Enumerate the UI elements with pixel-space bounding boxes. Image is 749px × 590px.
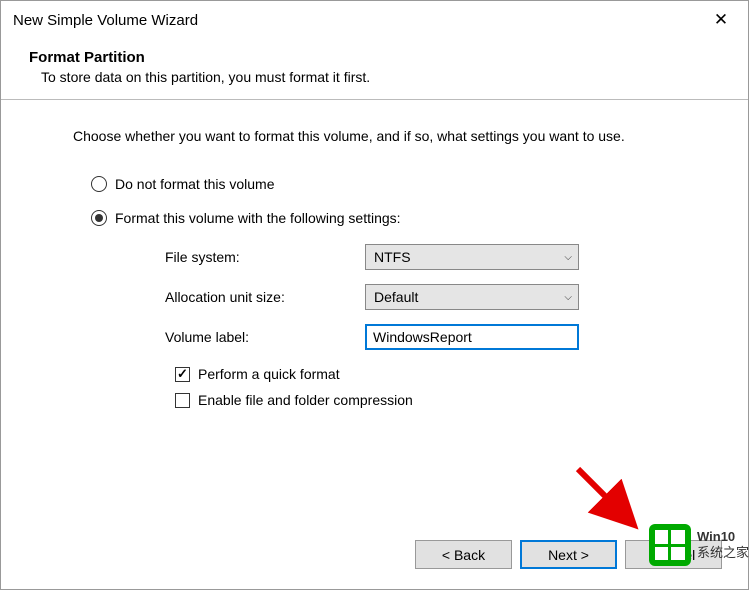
wizard-header-subtitle: To store data on this partition, you mus… (29, 69, 720, 85)
checkbox-label: Perform a quick format (198, 366, 340, 382)
dropdown-value: Default (374, 289, 418, 305)
file-system-label: File system: (165, 249, 365, 265)
format-options: Perform a quick format Enable file and f… (91, 366, 698, 408)
file-system-dropdown[interactable]: NTFS ⌵ (365, 244, 579, 270)
format-radio-group: Do not format this volume Format this vo… (51, 176, 698, 408)
window-title: New Simple Volume Wizard (13, 12, 198, 29)
radio-icon (91, 176, 107, 192)
checkbox-icon (175, 367, 190, 382)
allocation-size-row: Allocation unit size: Default ⌵ (165, 284, 698, 310)
wizard-header: Format Partition To store data on this p… (1, 39, 748, 100)
titlebar: New Simple Volume Wizard ✕ (1, 1, 748, 39)
file-system-row: File system: NTFS ⌵ (165, 244, 698, 270)
wizard-window: New Simple Volume Wizard ✕ Format Partit… (0, 0, 749, 590)
chevron-down-icon: ⌵ (564, 252, 572, 263)
volume-label-row: Volume label: (165, 324, 698, 350)
checkbox-label: Enable file and folder compression (198, 392, 413, 408)
format-settings: File system: NTFS ⌵ Allocation unit size… (91, 244, 698, 350)
close-button[interactable]: ✕ (698, 4, 744, 36)
radio-label: Format this volume with the following se… (115, 210, 401, 226)
chevron-down-icon: ⌵ (564, 292, 572, 303)
radio-format-with-settings[interactable]: Format this volume with the following se… (91, 210, 698, 226)
quick-format-checkbox[interactable]: Perform a quick format (175, 366, 698, 382)
next-button[interactable]: Next > (520, 540, 617, 569)
button-label: < Back (442, 547, 485, 563)
allocation-size-label: Allocation unit size: (165, 289, 365, 305)
allocation-size-dropdown[interactable]: Default ⌵ (365, 284, 579, 310)
button-label: Next > (548, 547, 589, 563)
radio-label: Do not format this volume (115, 176, 275, 192)
checkbox-icon (175, 393, 190, 408)
cancel-button[interactable]: Cancel (625, 540, 722, 569)
compression-checkbox[interactable]: Enable file and folder compression (175, 392, 698, 408)
radio-icon (91, 210, 107, 226)
back-button[interactable]: < Back (415, 540, 512, 569)
button-label: Cancel (652, 547, 696, 563)
volume-label-label: Volume label: (165, 329, 365, 345)
intro-text: Choose whether you want to format this v… (51, 128, 698, 144)
volume-label-input[interactable] (365, 324, 579, 350)
wizard-button-bar: < Back Next > Cancel (415, 540, 722, 569)
close-icon: ✕ (714, 10, 728, 30)
annotation-arrow (568, 461, 658, 541)
wizard-header-title: Format Partition (29, 49, 720, 66)
dropdown-value: NTFS (374, 249, 411, 265)
radio-do-not-format[interactable]: Do not format this volume (91, 176, 698, 192)
wizard-content: Choose whether you want to format this v… (1, 100, 748, 438)
